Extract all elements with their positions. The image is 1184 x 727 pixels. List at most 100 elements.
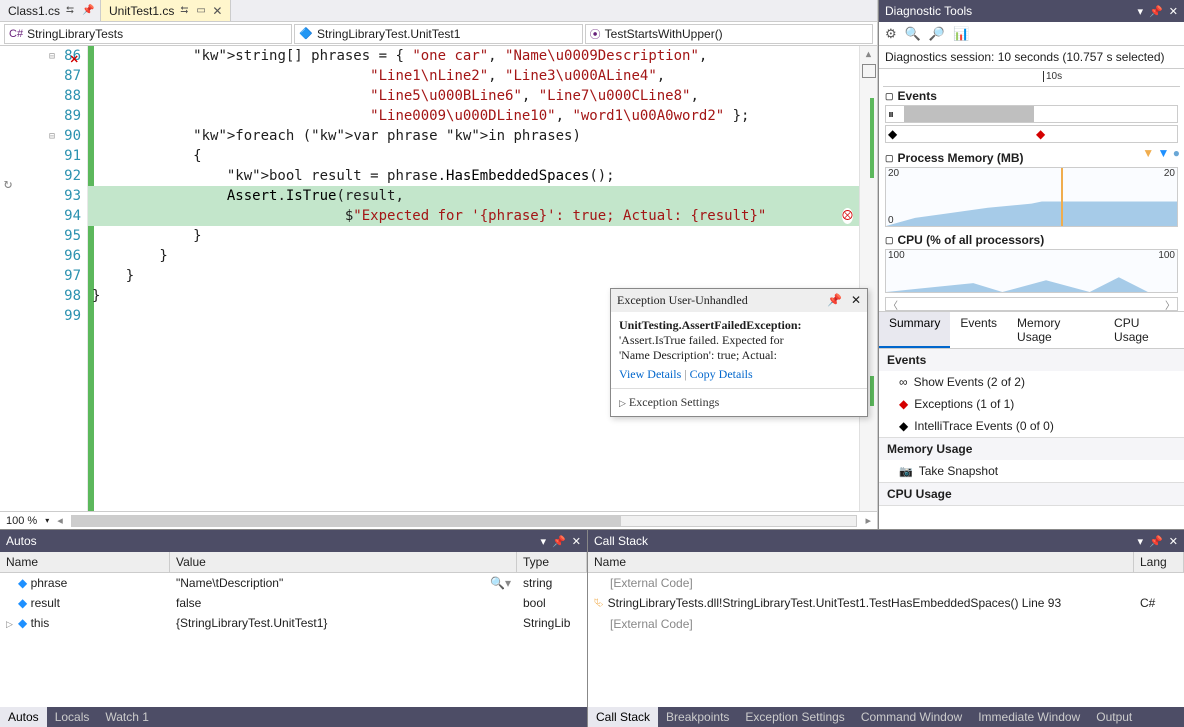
- close-icon[interactable]: ✕: [212, 4, 222, 18]
- events-header[interactable]: Events: [879, 87, 1184, 105]
- tab-callstack[interactable]: Call Stack: [588, 707, 658, 727]
- show-events-link[interactable]: ∞Show Events (2 of 2): [879, 371, 1184, 393]
- event-row[interactable]: ⏸: [885, 105, 1178, 123]
- scroll-left-icon[interactable]: ◂: [57, 514, 63, 527]
- exception-settings-link[interactable]: Exception Settings: [629, 395, 719, 409]
- autos-row[interactable]: ▷◆ this{StringLibraryTest.UnitTest1}Stri…: [0, 613, 587, 633]
- callstack-grid[interactable]: [External Code]⮱StringLibraryTests.dll!S…: [588, 573, 1184, 707]
- events-icon: ∞: [899, 375, 908, 389]
- col-type[interactable]: Type: [517, 552, 587, 572]
- cpu-area: [886, 263, 1177, 292]
- memory-area: [886, 185, 1177, 226]
- close-icon[interactable]: ✕: [1169, 5, 1178, 18]
- axis-label: 100: [888, 250, 905, 261]
- summary-cpu-header: CPU Usage: [879, 483, 1184, 505]
- zoom-level[interactable]: 100 %: [6, 515, 37, 527]
- tab-summary[interactable]: Summary: [879, 312, 950, 348]
- exception-message: 'Name Description': true; Actual:: [619, 348, 859, 363]
- project-name: StringLibraryTests: [27, 27, 123, 41]
- editor-area: Class1.cs ⮀ 📌 UnitTest1.cs ⮀ ▭ ✕ C#Strin…: [0, 0, 878, 529]
- memory-chart[interactable]: 20 20 0 0: [885, 167, 1178, 227]
- tab-breakpoints[interactable]: Breakpoints: [658, 707, 737, 727]
- split-icon[interactable]: [862, 64, 876, 78]
- tab-class1[interactable]: Class1.cs ⮀ 📌: [0, 0, 101, 21]
- cpu-header[interactable]: CPU (% of all processors): [879, 231, 1184, 249]
- method-combo[interactable]: ⦿TestStartsWithUpper(): [585, 24, 873, 44]
- panel-titlebar[interactable]: Autos ▾📌✕: [0, 530, 587, 552]
- zoom-in-icon[interactable]: 🔍: [905, 26, 921, 42]
- view-details-link[interactable]: View Details: [619, 367, 681, 381]
- autos-row[interactable]: ◆ phrase"Name\tDescription" 🔍▾string: [0, 573, 587, 593]
- col-name[interactable]: Name: [0, 552, 170, 572]
- tab-cpu[interactable]: CPU Usage: [1104, 312, 1184, 348]
- dropdown-icon[interactable]: ▾: [541, 535, 547, 548]
- overview-ruler[interactable]: ▴: [859, 46, 877, 511]
- tab-events[interactable]: Events: [950, 312, 1007, 348]
- dropdown-icon[interactable]: ▾: [1138, 5, 1144, 18]
- callstack-row[interactable]: ⮱StringLibraryTests.dll!StringLibraryTes…: [588, 593, 1184, 614]
- gear-icon[interactable]: ⚙: [885, 26, 897, 42]
- panel-title-text: Diagnostic Tools: [885, 4, 972, 18]
- exceptions-link[interactable]: ◆Exceptions (1 of 1): [879, 393, 1184, 415]
- copy-details-link[interactable]: Copy Details: [690, 367, 753, 381]
- panel-titlebar[interactable]: Call Stack ▾📌✕: [588, 530, 1184, 552]
- scroll-right-icon[interactable]: 〉: [1165, 297, 1175, 312]
- summary-body: Events ∞Show Events (2 of 2) ◆Exceptions…: [879, 349, 1184, 529]
- horizontal-scrollbar[interactable]: [71, 515, 858, 527]
- scroll-left-icon[interactable]: 〈: [888, 297, 898, 312]
- expand-icon[interactable]: ▷: [619, 398, 626, 408]
- pin-icon[interactable]: ⮀: [180, 5, 190, 16]
- intellitrace-link[interactable]: ◆IntelliTrace Events (0 of 0): [879, 415, 1184, 437]
- autos-grid[interactable]: ◆ phrase"Name\tDescription" 🔍▾string◆ re…: [0, 573, 587, 707]
- tab-output[interactable]: Output: [1088, 707, 1140, 727]
- diamond-icon: ◆: [888, 127, 897, 141]
- col-lang[interactable]: Lang: [1134, 552, 1184, 572]
- time-ruler[interactable]: 10s: [883, 69, 1180, 87]
- tab-watch1[interactable]: Watch 1: [97, 707, 157, 727]
- pin-tab-icon[interactable]: 📌: [82, 5, 92, 16]
- autos-columns: Name Value Type: [0, 552, 587, 573]
- close-icon[interactable]: ✕: [851, 293, 861, 307]
- take-snapshot-button[interactable]: 📷Take Snapshot: [879, 460, 1184, 482]
- cpu-chart[interactable]: 100 100: [885, 249, 1178, 293]
- col-name[interactable]: Name: [588, 552, 1134, 572]
- tab-memory[interactable]: Memory Usage: [1007, 312, 1104, 348]
- event-row[interactable]: ◆◆: [885, 125, 1178, 143]
- tab-immediate-window[interactable]: Immediate Window: [970, 707, 1088, 727]
- tab-unittest1[interactable]: UnitTest1.cs ⮀ ▭ ✕: [101, 0, 231, 21]
- pin-icon[interactable]: 📌: [1149, 535, 1163, 548]
- close-icon[interactable]: ✕: [1169, 535, 1178, 548]
- tab-command-window[interactable]: Command Window: [853, 707, 970, 727]
- code-editor[interactable]: ↻ ⊟86878889⊟90919293949596979899 ✕ "kw">…: [0, 46, 877, 511]
- zoom-out-icon[interactable]: 🔎: [929, 26, 945, 42]
- method-name: TestStartsWithUpper(): [605, 27, 723, 41]
- axis-label: 20: [888, 168, 899, 179]
- diag-scrollbar[interactable]: 〈〉: [885, 297, 1178, 311]
- pin-icon[interactable]: 📌: [827, 293, 842, 307]
- autos-row[interactable]: ◆ resultfalsebool: [0, 593, 587, 613]
- class-combo[interactable]: 🔷StringLibraryTest.UnitTest1: [294, 24, 582, 44]
- change-indicator: [870, 376, 874, 406]
- scroll-right-icon[interactable]: ▸: [865, 514, 871, 527]
- tab-locals[interactable]: Locals: [47, 707, 98, 727]
- pin-icon[interactable]: ⮀: [66, 5, 76, 16]
- preview-icon[interactable]: ▭: [196, 5, 206, 16]
- memory-header[interactable]: Process Memory (MB) ▼ ▼ ●: [879, 149, 1184, 167]
- col-value[interactable]: Value: [170, 552, 517, 572]
- project-combo[interactable]: C#StringLibraryTests: [4, 24, 292, 44]
- code-lines[interactable]: ✕ "kw">string[] phrases = { "one car", "…: [88, 46, 859, 511]
- tab-autos[interactable]: Autos: [0, 707, 47, 727]
- callstack-row[interactable]: [External Code]: [588, 614, 1184, 634]
- break-marker: [1061, 168, 1063, 226]
- callstack-columns: Name Lang: [588, 552, 1184, 573]
- chart-icon[interactable]: 📊: [953, 26, 969, 42]
- pin-icon[interactable]: 📌: [1149, 5, 1163, 18]
- gutter: ⊟86878889⊟90919293949596979899: [0, 46, 88, 511]
- pin-icon[interactable]: 📌: [552, 535, 566, 548]
- close-icon[interactable]: ✕: [572, 535, 581, 548]
- callstack-row[interactable]: [External Code]: [588, 573, 1184, 593]
- tab-exception-settings[interactable]: Exception Settings: [737, 707, 852, 727]
- zoom-dropdown-icon[interactable]: ▾: [45, 516, 49, 525]
- panel-titlebar[interactable]: Diagnostic Tools ▾ 📌 ✕: [879, 0, 1184, 22]
- dropdown-icon[interactable]: ▾: [1138, 535, 1144, 548]
